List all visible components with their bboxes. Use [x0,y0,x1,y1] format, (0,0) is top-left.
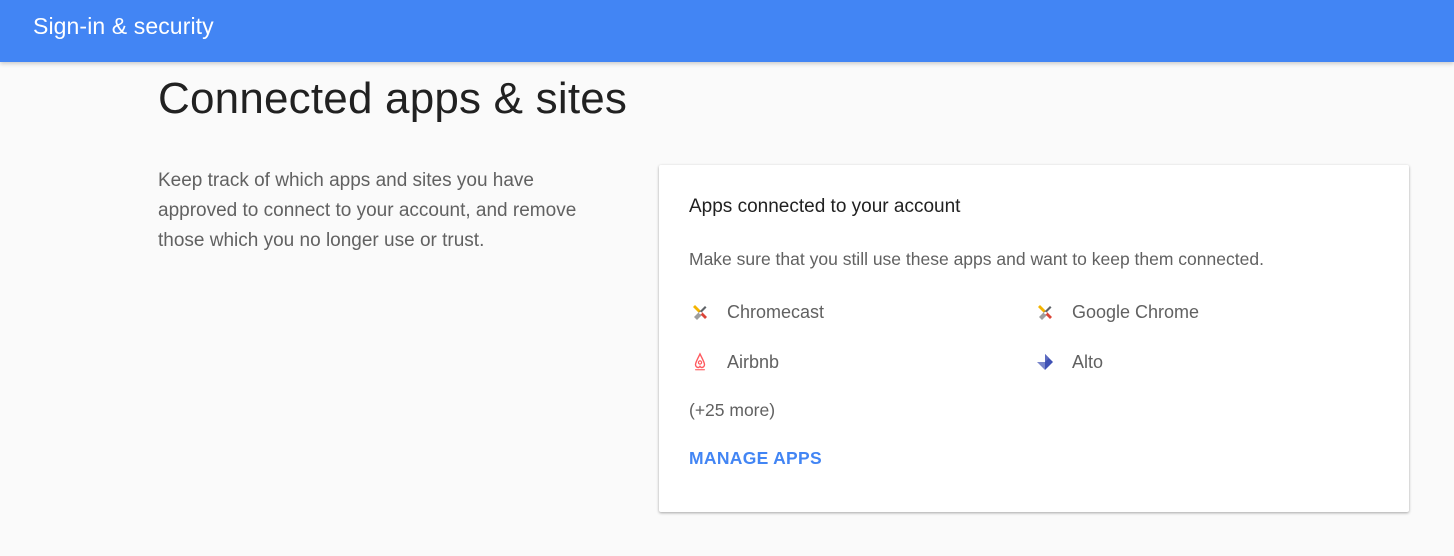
app-label: Chromecast [727,302,825,322]
app-bar-title: Sign-in & security [33,13,214,39]
manage-apps-button[interactable]: MANAGE APPS [689,447,822,469]
chromecast-icon [689,301,711,323]
airbnb-icon [689,351,711,373]
alto-icon [1034,351,1056,373]
connected-apps-card: Apps connected to your account Make sure… [659,165,1409,512]
app-item-airbnb: Airbnb [689,350,779,374]
more-apps-count: (+25 more) [689,400,776,420]
app-item-alto: Alto [1034,350,1103,374]
app-item-google-chrome: Google Chrome [1034,300,1199,324]
google-chrome-icon [1034,301,1056,323]
app-label: Alto [1072,352,1104,372]
card-title: Apps connected to your account [689,196,961,217]
app-label: Google Chrome [1072,302,1200,322]
top-app-bar: Sign-in & security [0,0,1454,62]
page-title: Connected apps & sites [158,74,628,123]
app-item-chromecast: Chromecast [689,300,824,324]
card-subtitle: Make sure that you still use these apps … [689,249,1264,269]
page-description: Keep track of which apps and sites you h… [158,170,577,251]
app-label: Airbnb [727,352,780,372]
